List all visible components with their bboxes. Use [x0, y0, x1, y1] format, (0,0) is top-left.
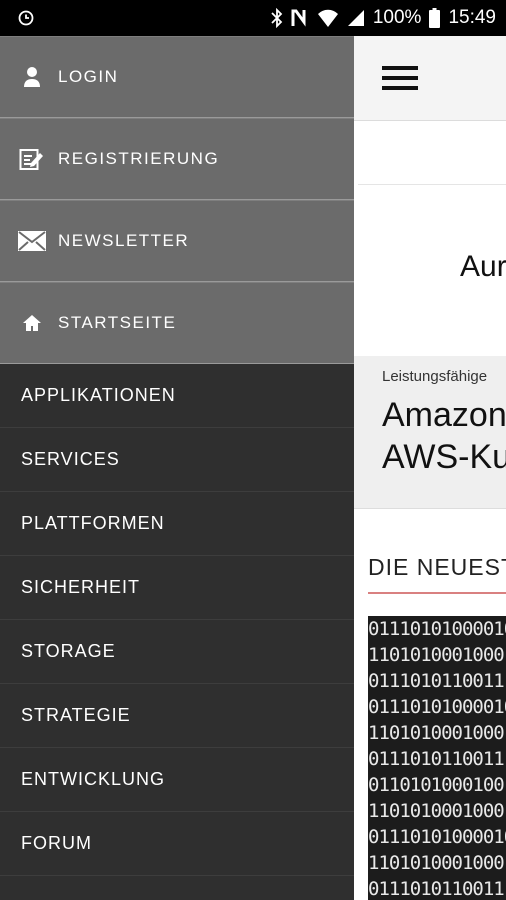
drawer-item-label: REGISTRIERUNG: [58, 149, 220, 168]
signal-icon: [347, 9, 365, 27]
binary-row: 1101010001000: [368, 644, 505, 666]
nav-item-forum[interactable]: FORUM: [0, 812, 354, 876]
battery-icon: [429, 8, 441, 28]
drawer-item-startseite[interactable]: STARTSEITE: [0, 282, 354, 364]
binary-row: 01110101000010: [368, 618, 506, 640]
clock: 15:49: [448, 7, 496, 28]
drawer-item-newsletter[interactable]: NEWSLETTER: [0, 200, 354, 282]
binary-row: 1101010001000: [368, 722, 505, 744]
menu-icon[interactable]: [382, 66, 418, 90]
home-icon: [18, 309, 46, 337]
status-bar: 100% 15:49: [0, 0, 506, 36]
article-headline: Amazon AWS-Ku: [382, 396, 506, 476]
binary-row: 1101010001000: [368, 800, 505, 822]
nav-item-entwicklung[interactable]: ENTWICKLUNG: [0, 748, 354, 812]
ad-banner-text[interactable]: Aur: [460, 250, 506, 284]
drawer-item-label: NEWSLETTER: [58, 231, 190, 250]
alarm-icon: [18, 10, 34, 26]
drawer-item-label: LOGIN: [58, 67, 119, 86]
nav-item-storage[interactable]: STORAGE: [0, 620, 354, 684]
section-divider: [368, 592, 506, 594]
mail-icon: [18, 227, 46, 255]
binary-row: 01110101000010: [368, 696, 506, 718]
wifi-icon: [317, 8, 339, 28]
user-icon: [18, 63, 46, 91]
binary-row: 01110101000010: [368, 826, 506, 848]
nav-item-strategie[interactable]: STRATEGIE: [0, 684, 354, 748]
nav-item-services[interactable]: SERVICES: [0, 428, 354, 492]
binary-row: 0111010110011: [368, 878, 505, 900]
drawer-item-login[interactable]: LOGIN: [0, 36, 354, 118]
nav-item-plattformen[interactable]: PLATTFORMEN: [0, 492, 354, 556]
account-menu: LOGIN REGISTRIERUNG NEWSLETTER STARTSEIT…: [0, 36, 354, 364]
nav-item-applikationen[interactable]: APPLIKATIONEN: [0, 364, 354, 428]
article-kicker: Leistungsfähige: [382, 368, 488, 385]
bluetooth-icon: [271, 8, 283, 28]
edit-icon: [18, 145, 46, 173]
binary-row: 1101010001000: [368, 852, 505, 874]
divider: [358, 184, 506, 185]
main-content: Aur Leistungsfähige Amazon AWS-Ku DIE NE…: [354, 36, 506, 900]
drawer-item-label: STARTSEITE: [58, 313, 177, 332]
binary-row: 0111010110011: [368, 748, 505, 770]
category-menu: APPLIKATIONEN SERVICES PLATTFORMEN SICHE…: [0, 364, 354, 876]
binary-row: 0111010110011: [368, 670, 505, 692]
battery-percent: 100%: [372, 7, 422, 28]
featured-article[interactable]: Leistungsfähige Amazon AWS-Ku: [354, 356, 506, 509]
navigation-drawer: LOGIN REGISTRIERUNG NEWSLETTER STARTSEIT…: [0, 36, 354, 900]
nfc-icon: [291, 8, 309, 28]
app-bar: [354, 36, 506, 121]
nav-item-sicherheit[interactable]: SICHERHEIT: [0, 556, 354, 620]
binary-row: 0110101000100: [368, 774, 505, 796]
drawer-item-registrierung[interactable]: REGISTRIERUNG: [0, 118, 354, 200]
section-title: DIE NEUEST: [368, 554, 506, 580]
article-image[interactable]: 01110101000010 1101010001000 0111010110011…: [368, 616, 506, 900]
